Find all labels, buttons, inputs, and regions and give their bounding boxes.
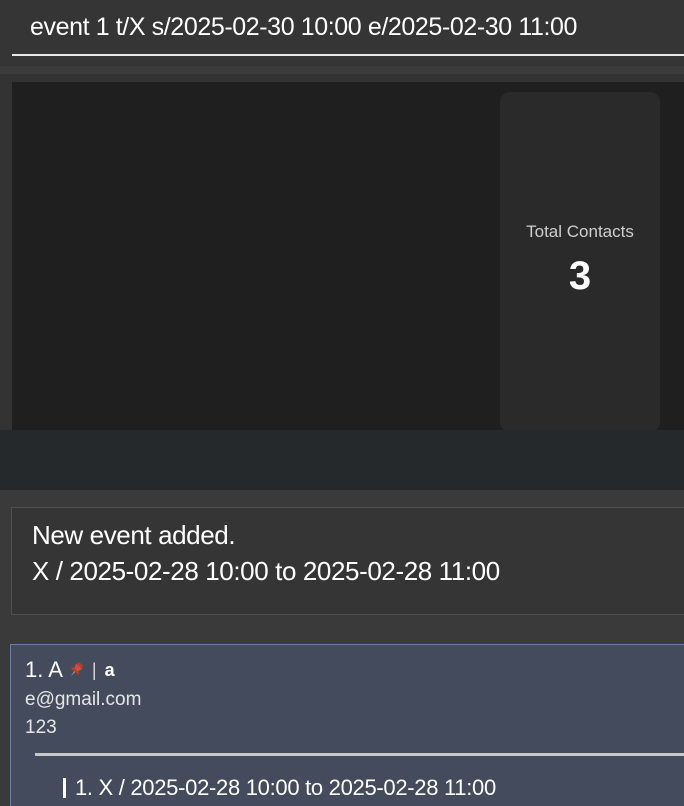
person-card-header: 1. A | a <box>25 657 115 683</box>
result-display: New event added. X / 2025-02-28 10:00 to… <box>11 507 684 615</box>
total-contacts-card: Total Contacts 3 <box>500 92 660 432</box>
total-contacts-label: Total Contacts <box>526 222 634 241</box>
person-email: e@gmail.com <box>25 689 142 710</box>
header-separator: | <box>91 659 97 680</box>
card-divider <box>35 753 684 756</box>
person-tag: a <box>104 659 115 680</box>
event-item: 1. X / 2025-02-28 10:00 to 2025-02-28 11… <box>63 775 496 801</box>
person-name: 1. A <box>25 657 63 682</box>
event-text: 1. X / 2025-02-28 10:00 to 2025-02-28 11… <box>75 775 496 800</box>
command-box <box>0 0 684 66</box>
divider <box>0 66 684 74</box>
person-card[interactable]: 1. A | a e@gmail.com 123 1. X / 2025-02-… <box>10 644 684 806</box>
total-contacts-value: 3 <box>568 254 592 298</box>
result-message: New event added. <box>32 520 236 550</box>
result-detail: X / 2025-02-28 10:00 to 2025-02-28 11:00 <box>32 556 500 586</box>
pin-icon <box>66 660 86 680</box>
event-bar-marker <box>63 778 66 798</box>
splitter[interactable] <box>0 430 684 490</box>
app-window: Total Contacts 3 New event added. X / 20… <box>0 0 684 806</box>
person-phone: 123 <box>25 717 57 738</box>
command-input[interactable] <box>12 0 684 56</box>
